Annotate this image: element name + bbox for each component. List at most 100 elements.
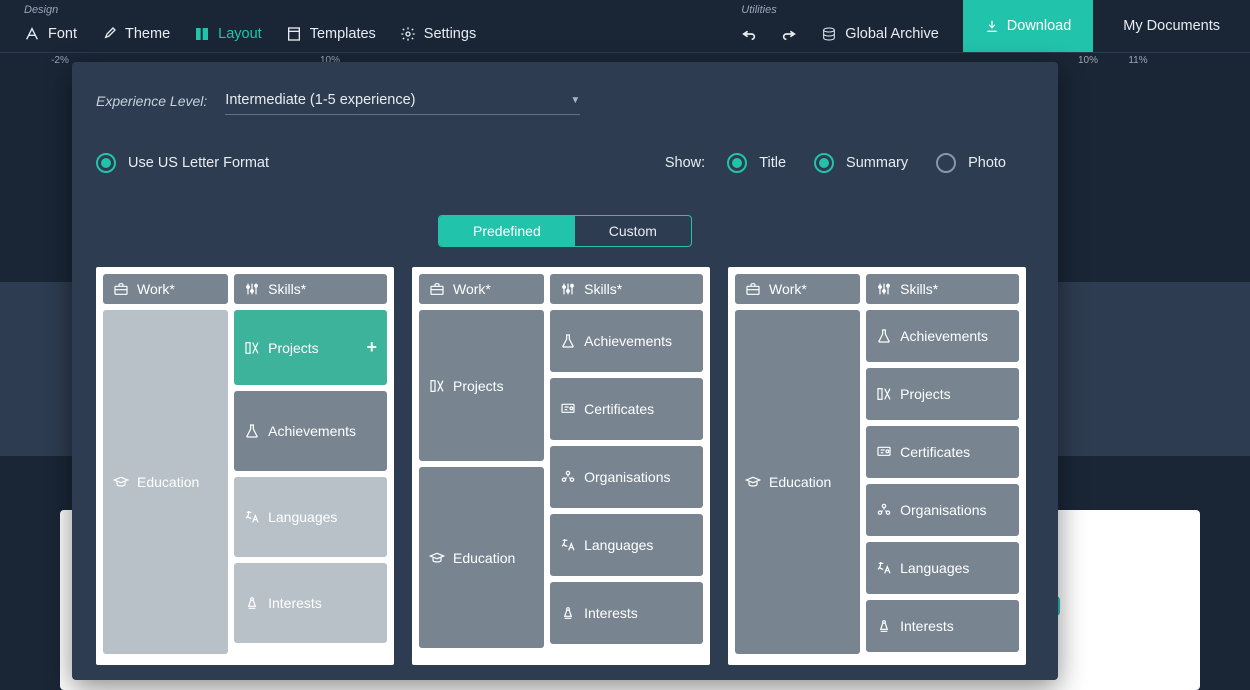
section-projects[interactable]: Projects (419, 310, 544, 461)
section-skills[interactable]: Skills* (234, 274, 387, 304)
section-label: Skills* (900, 281, 938, 297)
redo-button[interactable] (769, 16, 809, 52)
show-title-label: Title (759, 155, 786, 171)
layout-column: Work* Education (103, 274, 228, 658)
section-label: Education (453, 550, 515, 566)
design-group-label: Design (12, 0, 488, 16)
section-interests[interactable]: Interests (234, 563, 387, 643)
tab-predefined[interactable]: Predefined (439, 216, 575, 246)
tick: 10% (1078, 55, 1098, 66)
download-icon (985, 19, 999, 33)
cap-icon (745, 474, 761, 490)
show-label: Show: (665, 155, 705, 171)
experience-label: Experience Level: (96, 93, 207, 109)
section-work[interactable]: Work* (103, 274, 228, 304)
chess-icon (244, 595, 260, 611)
org-icon (876, 502, 892, 518)
briefcase-icon (113, 281, 129, 297)
org-icon (560, 469, 576, 485)
undo-button[interactable] (729, 16, 769, 52)
show-title-toggle[interactable]: Title (727, 153, 786, 173)
show-summary-toggle[interactable]: Summary (814, 153, 908, 173)
theme-label: Theme (125, 26, 170, 42)
layout-card[interactable]: Work* Education Skills* Achievements Project… (728, 267, 1026, 665)
section-education[interactable]: Education (735, 310, 860, 654)
topbar: Design Font Theme Layout Templates Setti… (0, 0, 1250, 52)
layout-card[interactable]: Work* Education Skills* Projects+ Achievemen… (96, 267, 394, 665)
my-documents-link[interactable]: My Documents (1093, 0, 1250, 52)
section-label: Achievements (268, 423, 356, 439)
experience-select[interactable]: Intermediate (1-5 experience) ▼ (225, 86, 580, 115)
radio-icon (96, 153, 116, 173)
briefcase-icon (745, 281, 761, 297)
gear-icon (400, 26, 416, 42)
tab-custom[interactable]: Custom (575, 216, 691, 246)
layout-column: Work* Education (735, 274, 860, 658)
section-work[interactable]: Work* (735, 274, 860, 304)
section-label: Interests (584, 605, 638, 621)
download-button[interactable]: Download (963, 0, 1094, 52)
section-interests[interactable]: Interests (550, 582, 703, 644)
archive-label: Global Archive (845, 26, 939, 42)
section-achievements[interactable]: Achievements (866, 310, 1019, 362)
section-skills[interactable]: Skills* (550, 274, 703, 304)
archive-icon (821, 26, 837, 42)
radio-icon (936, 153, 956, 173)
show-photo-label: Photo (968, 155, 1006, 171)
section-projects[interactable]: Projects+ (234, 310, 387, 385)
section-label: Work* (453, 281, 491, 297)
ruler-icon (876, 386, 892, 402)
radio-icon (814, 153, 834, 173)
plus-icon: + (366, 337, 377, 358)
section-achievements[interactable]: Achievements (234, 391, 387, 471)
us-letter-toggle[interactable]: Use US Letter Format (96, 153, 269, 173)
section-projects[interactable]: Projects (866, 368, 1019, 420)
section-skills[interactable]: Skills* (866, 274, 1019, 304)
section-languages[interactable]: Languages (550, 514, 703, 576)
my-documents-label: My Documents (1123, 18, 1220, 34)
settings-menu[interactable]: Settings (388, 16, 488, 52)
section-organisations[interactable]: Organisations (866, 484, 1019, 536)
archive-menu[interactable]: Global Archive (809, 16, 951, 52)
tick: -2% (51, 55, 69, 66)
lang-icon (876, 560, 892, 576)
sliders-icon (244, 281, 260, 297)
section-label: Skills* (268, 281, 306, 297)
layout-column: Skills* Achievements Certificates Organisat… (550, 274, 703, 658)
section-languages[interactable]: Languages (866, 542, 1019, 594)
sliders-icon (560, 281, 576, 297)
ruler-icon (244, 340, 260, 356)
layout-column: Work* Projects Education (419, 274, 544, 658)
layout-menu[interactable]: Layout (182, 16, 274, 52)
section-work[interactable]: Work* (419, 274, 544, 304)
templates-menu[interactable]: Templates (274, 16, 388, 52)
section-languages[interactable]: Languages (234, 477, 387, 557)
section-achievements[interactable]: Achievements (550, 310, 703, 372)
section-certificates[interactable]: Certificates (866, 426, 1019, 478)
utilities-group-label: Utilities (729, 0, 951, 16)
section-label: Languages (268, 509, 337, 525)
section-label: Projects (900, 386, 951, 402)
layout-card[interactable]: Work* Projects Education Skills* Achievement… (412, 267, 710, 665)
font-menu[interactable]: Font (12, 16, 89, 52)
section-label: Organisations (584, 469, 670, 485)
section-label: Achievements (584, 333, 672, 349)
section-organisations[interactable]: Organisations (550, 446, 703, 508)
layout-mode-tabs: Predefined Custom (438, 215, 692, 247)
show-photo-toggle[interactable]: Photo (936, 153, 1006, 173)
lang-icon (244, 509, 260, 525)
section-certificates[interactable]: Certificates (550, 378, 703, 440)
section-education[interactable]: Education (103, 310, 228, 654)
experience-value: Intermediate (1-5 experience) (225, 92, 415, 108)
us-letter-label: Use US Letter Format (128, 155, 269, 171)
section-education[interactable]: Education (419, 467, 544, 648)
layout-options: Work*EducationSkills*Projects+Achievemen… (96, 267, 1034, 665)
section-label: Certificates (584, 401, 654, 417)
section-label: Organisations (900, 502, 986, 518)
cap-icon (429, 550, 445, 566)
cert-icon (560, 401, 576, 417)
section-interests[interactable]: Interests (866, 600, 1019, 652)
lang-icon (560, 537, 576, 553)
theme-menu[interactable]: Theme (89, 16, 182, 52)
font-icon (24, 26, 40, 42)
